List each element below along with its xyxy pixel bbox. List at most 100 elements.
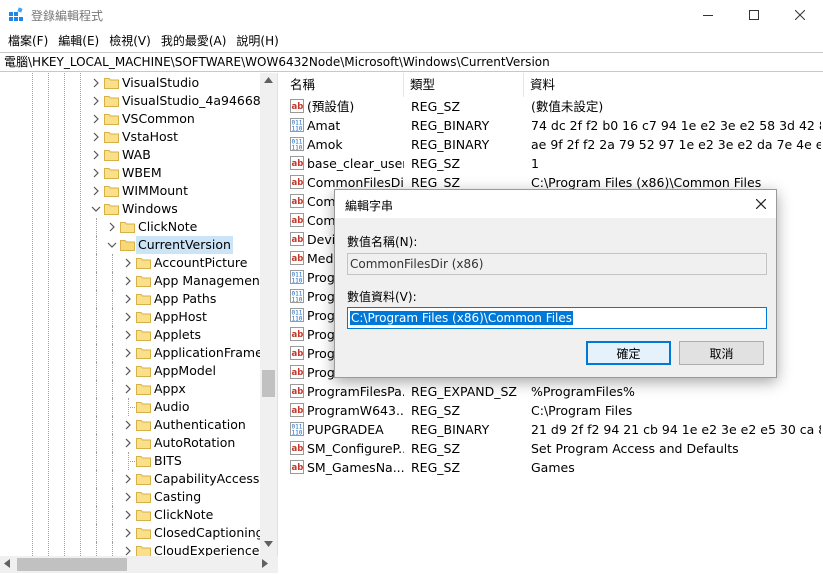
table-row[interactable]: ab ProgramFilesPa... REG_EXPAND_SZ %Program… — [284, 382, 823, 401]
chevron-right-icon[interactable] — [123, 420, 133, 430]
svg-text:110: 110 — [292, 430, 303, 437]
tree-item[interactable]: Casting — [0, 488, 260, 506]
key-tree: VisualStudio VisualStudio_4a946684 VSCommo… — [0, 73, 278, 556]
binary-value-icon: 011110 — [290, 137, 304, 151]
tree-vertical-scrollbar[interactable] — [260, 73, 277, 556]
table-row[interactable]: ab SM_GamesNa... REG_SZ Games — [284, 458, 823, 477]
chevron-right-icon[interactable] — [123, 330, 133, 340]
string-value-icon: ab — [290, 384, 304, 398]
table-row[interactable]: ab ProgramW643... REG_SZ C:\Program Files — [284, 401, 823, 420]
chevron-right-icon[interactable] — [123, 384, 133, 394]
chevron-right-icon[interactable] — [123, 510, 133, 520]
scroll-down-arrow-icon[interactable] — [264, 541, 273, 547]
chevron-right-icon[interactable] — [123, 366, 133, 376]
chevron-right-icon[interactable] — [91, 132, 101, 142]
tree-item[interactable]: App Paths — [0, 290, 260, 308]
scroll-up-arrow-icon[interactable] — [264, 77, 273, 83]
ok-button[interactable]: 確定 — [586, 341, 671, 365]
minimize-button[interactable] — [685, 0, 731, 30]
chevron-right-icon[interactable] — [123, 294, 133, 304]
tree-item[interactable]: Appx — [0, 380, 260, 398]
chevron-right-icon[interactable] — [123, 492, 133, 502]
chevron-right-icon[interactable] — [123, 438, 133, 448]
tree-item[interactable]: ClosedCaptioning — [0, 524, 264, 542]
chevron-right-icon[interactable] — [123, 276, 133, 286]
tree-horizontal-scroll-thumb[interactable] — [17, 558, 127, 571]
table-row[interactable]: ab (預設值) REG_SZ (數值未設定) — [284, 97, 823, 116]
tree-item[interactable]: ApplicationFrame — [0, 344, 263, 362]
tree-horizontal-scrollbar[interactable] — [0, 556, 278, 573]
scroll-left-arrow-icon[interactable] — [4, 559, 10, 568]
tree-item[interactable]: VisualStudio_4a946684 — [0, 92, 269, 110]
tree-guide-line — [96, 290, 97, 308]
tree-item[interactable]: Windows — [0, 200, 260, 218]
string-value-icon: ab — [290, 251, 304, 265]
close-button[interactable] — [777, 0, 823, 30]
svg-text:ab: ab — [292, 368, 304, 378]
tree-item[interactable]: WBEM — [0, 164, 260, 182]
menu-favorites[interactable]: 我的最愛(A) — [156, 31, 232, 51]
tree-item[interactable]: VisualStudio — [0, 74, 260, 92]
close-icon — [756, 199, 766, 209]
tree-item[interactable]: ClickNote — [0, 506, 260, 524]
menu-file[interactable]: 檔案(F) — [0, 31, 53, 51]
folder-icon — [136, 492, 151, 503]
chevron-right-icon[interactable] — [91, 96, 101, 106]
dialog-close-button[interactable] — [746, 190, 776, 218]
table-row[interactable]: 011 110 Amok REG_BINARY ae 9f 2f f2 2a 79 52… — [284, 135, 823, 154]
tree-item[interactable]: CloudExperienceH — [0, 542, 269, 556]
tree-item-label: ApplicationFrame — [154, 345, 263, 360]
tree-item[interactable]: WIMMount — [0, 182, 260, 200]
value-data-input[interactable]: C:\Program Files (x86)\Common Files — [347, 307, 767, 329]
table-row[interactable]: 011 110 PUPGRADEA REG_BINARY 21 d9 2f f2 94 … — [284, 420, 823, 439]
menu-edit[interactable]: 編輯(E) — [53, 31, 104, 51]
maximize-button[interactable] — [731, 0, 777, 30]
chevron-right-icon[interactable] — [123, 474, 133, 484]
svg-text:ab: ab — [292, 235, 304, 245]
tree-item[interactable]: Applets — [0, 326, 260, 344]
chevron-right-icon[interactable] — [123, 528, 133, 538]
tree-item[interactable]: BITS — [0, 452, 260, 470]
column-header-name[interactable]: 名稱 — [284, 73, 404, 97]
scroll-right-arrow-icon[interactable] — [262, 559, 268, 568]
folder-icon — [104, 168, 119, 179]
table-row[interactable]: abbase_clear_user... REG_SZ 1 — [284, 154, 823, 173]
chevron-right-icon[interactable] — [91, 168, 101, 178]
column-header-data[interactable]: 資料 — [524, 73, 823, 97]
chevron-right-icon[interactable] — [107, 222, 117, 232]
tree-item[interactable]: VSCommon — [0, 110, 260, 128]
chevron-down-icon[interactable] — [107, 240, 117, 250]
tree-item[interactable]: Audio — [0, 398, 260, 416]
tree-item-label: App Management — [154, 273, 265, 288]
tree-item[interactable]: AutoRotation — [0, 434, 260, 452]
tree-item[interactable]: VstaHost — [0, 128, 260, 146]
chevron-down-icon[interactable] — [91, 204, 101, 214]
menu-help[interactable]: 說明(H) — [231, 31, 283, 51]
tree-item[interactable]: AccountPicture — [0, 254, 260, 272]
tree-item[interactable]: App Management — [0, 272, 265, 290]
chevron-right-icon[interactable] — [123, 258, 133, 268]
tree-item[interactable]: AppHost — [0, 308, 260, 326]
tree-item[interactable]: Authentication — [0, 416, 260, 434]
tree-item[interactable]: ClickNote — [0, 218, 260, 236]
chevron-right-icon[interactable] — [123, 312, 133, 322]
menu-view[interactable]: 檢視(V) — [104, 31, 156, 51]
chevron-right-icon[interactable] — [123, 348, 133, 358]
chevron-right-icon[interactable] — [123, 546, 133, 556]
tree-item-label: AccountPicture — [154, 255, 248, 270]
table-row[interactable]: ab SM_ConfigureP... REG_SZ Set Program Acce… — [284, 439, 823, 458]
tree-item[interactable]: WAB — [0, 146, 260, 164]
address-bar[interactable]: 電腦\HKEY_LOCAL_MACHINE\SOFTWARE\WOW6432No… — [0, 52, 823, 72]
cancel-button[interactable]: 取消 — [679, 341, 764, 365]
chevron-right-icon[interactable] — [91, 78, 101, 88]
tree-item[interactable]: CurrentVersion — [0, 236, 260, 254]
table-row[interactable]: 011 110 Amat REG_BINARY 74 dc 2f f2 b0 16 c7… — [284, 116, 823, 135]
tree-vertical-scroll-thumb[interactable] — [262, 370, 275, 397]
chevron-right-icon[interactable] — [91, 114, 101, 124]
tree-item[interactable]: AppModel — [0, 362, 260, 380]
tree-guide-line — [128, 407, 135, 408]
column-header-type[interactable]: 類型 — [404, 73, 524, 97]
chevron-right-icon[interactable] — [91, 186, 101, 196]
tree-item[interactable]: CapabilityAccessM — [0, 470, 270, 488]
chevron-right-icon[interactable] — [91, 150, 101, 160]
